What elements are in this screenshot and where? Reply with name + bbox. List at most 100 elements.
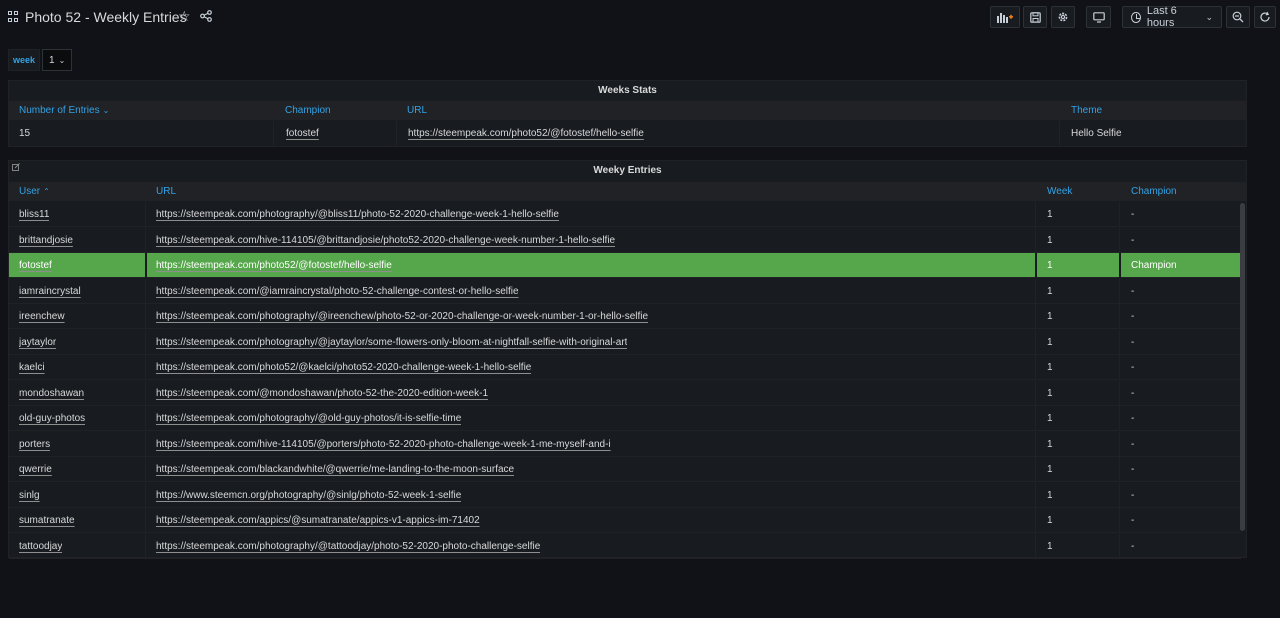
- table-row-champion: fotostef https://steempeak.com/photo52/@f…: [9, 253, 1241, 278]
- week-value: 1: [1047, 515, 1053, 526]
- scrollbar[interactable]: [1240, 203, 1245, 531]
- variable-select-week[interactable]: 1 ⌄: [42, 49, 72, 71]
- entry-url-link[interactable]: https://steempeak.com/@iamraincrystal/ph…: [156, 279, 519, 304]
- share-icon[interactable]: [200, 10, 212, 22]
- table-header: User ⌃ URL Week Champion: [9, 182, 1246, 201]
- clock-icon: [1131, 11, 1141, 23]
- week-value: 1: [1047, 489, 1053, 501]
- cycle-view-mode-button[interactable]: [1086, 6, 1111, 28]
- user-link[interactable]: brittandjosie: [19, 228, 73, 253]
- table-row: sinlg https://www.steemcn.org/photography…: [9, 482, 1241, 508]
- table-row: ireenchew https://steempeak.com/photograp…: [9, 304, 1241, 329]
- champion-value: -: [1131, 311, 1135, 322]
- dashboard-title[interactable]: Photo 52 - Weekly Entries: [25, 9, 187, 25]
- add-panel-button[interactable]: [990, 6, 1020, 28]
- champion-link[interactable]: fotostef: [286, 121, 319, 146]
- gear-icon: [1058, 12, 1068, 22]
- panel-title: Weeks Stats: [598, 85, 657, 96]
- save-dashboard-button[interactable]: [1023, 6, 1047, 28]
- champion-value: -: [1131, 515, 1135, 526]
- user-link[interactable]: bliss11: [19, 202, 49, 227]
- table-row: iamraincrystal https://steempeak.com/@iam…: [9, 278, 1241, 304]
- column-header-user[interactable]: User ⌃: [19, 186, 50, 197]
- champion-value: -: [1131, 362, 1135, 373]
- variable-value: 1: [49, 54, 55, 66]
- table-row: sumatranate https://steempeak.com/appics/…: [9, 508, 1241, 533]
- column-header-champion[interactable]: Champion: [285, 105, 331, 116]
- column-header-url[interactable]: URL: [407, 105, 427, 116]
- champion-value: -: [1131, 336, 1135, 348]
- table-row: bliss11 https://steempeak.com/photography…: [9, 202, 1241, 227]
- table-row: 15 fotostef https://steempeak.com/photo5…: [9, 121, 1241, 146]
- theme-value: Hello Selfie: [1071, 128, 1122, 139]
- column-header-week[interactable]: Week: [1047, 186, 1072, 197]
- zoom-out-button[interactable]: [1226, 6, 1250, 28]
- chevron-down-icon: ⌄: [102, 106, 110, 115]
- scrollbar-thumb[interactable]: [1240, 203, 1245, 531]
- entry-url-link[interactable]: https://steempeak.com/hive-114105/@britt…: [156, 228, 615, 253]
- entry-url-link[interactable]: https://steempeak.com/blackandwhite/@qwe…: [156, 457, 514, 482]
- entry-url-link[interactable]: https://steempeak.com/photo52/@fotostef/…: [156, 253, 392, 278]
- zoom-out-icon: [1232, 11, 1244, 23]
- top-navbar: Photo 52 - Weekly Entries ☆ Last 6 hours…: [0, 0, 1280, 34]
- user-link[interactable]: qwerrie: [19, 457, 52, 482]
- time-range-label: Last 6 hours: [1146, 5, 1177, 29]
- entry-url-link[interactable]: https://steempeak.com/photo52/@kaelci/ph…: [156, 355, 531, 380]
- column-header-entries[interactable]: Number of Entries ⌄: [19, 105, 109, 116]
- table-header: Number of Entries ⌄ Champion URL Theme: [9, 101, 1246, 120]
- user-link[interactable]: iamraincrystal: [19, 279, 81, 304]
- user-link[interactable]: jaytaylor: [19, 330, 56, 355]
- monitor-icon: [1092, 11, 1105, 23]
- table-row: brittandjosie https://steempeak.com/hive-…: [9, 227, 1241, 253]
- star-icon[interactable]: ☆: [178, 8, 191, 24]
- time-range-picker[interactable]: Last 6 hours ⌄: [1122, 5, 1222, 29]
- variable-label-week: week: [8, 49, 40, 71]
- refresh-button[interactable]: [1254, 6, 1276, 28]
- user-link[interactable]: sumatranate: [19, 508, 75, 533]
- table-row: tattoodjay https://steempeak.com/photogra…: [9, 533, 1241, 559]
- table-row: porters https://steempeak.com/hive-114105…: [9, 431, 1241, 457]
- url-link[interactable]: https://steempeak.com/photo52/@fotostef/…: [408, 121, 644, 146]
- week-value: 1: [1047, 285, 1053, 297]
- entry-url-link[interactable]: https://steempeak.com/photography/@ireen…: [156, 304, 648, 329]
- entry-url-link[interactable]: https://www.steemcn.org/photography/@sin…: [156, 483, 461, 508]
- table-row: old-guy-photos https://steempeak.com/phot…: [9, 406, 1241, 431]
- sort-ascending-icon: ⌃: [43, 187, 50, 196]
- champion-value: -: [1131, 540, 1135, 552]
- table-row: jaytaylor https://steempeak.com/photograp…: [9, 329, 1241, 355]
- week-value: 1: [1047, 540, 1053, 552]
- column-header-url[interactable]: URL: [156, 186, 176, 197]
- entry-url-link[interactable]: https://steempeak.com/@mondoshawan/photo…: [156, 381, 488, 406]
- entry-url-link[interactable]: https://steempeak.com/photography/@jayta…: [156, 330, 627, 355]
- dashboard-grid-icon[interactable]: [8, 11, 19, 22]
- week-value: 1: [1047, 387, 1053, 399]
- settings-button[interactable]: [1051, 6, 1075, 28]
- user-link[interactable]: fotostef: [19, 253, 52, 278]
- champion-value: -: [1131, 464, 1135, 475]
- weeks-stats-panel: Weeks Stats Number of Entries ⌄ Champion …: [8, 80, 1247, 147]
- entry-url-link[interactable]: https://steempeak.com/photography/@tatto…: [156, 534, 540, 559]
- refresh-icon: [1260, 11, 1270, 22]
- week-value: 1: [1047, 234, 1053, 246]
- week-value: 1: [1047, 413, 1053, 424]
- column-header-champion[interactable]: Champion: [1131, 186, 1177, 197]
- user-link[interactable]: kaelci: [19, 355, 45, 380]
- champion-value: -: [1131, 209, 1135, 220]
- user-link[interactable]: tattoodjay: [19, 534, 62, 559]
- column-header-theme[interactable]: Theme: [1071, 105, 1102, 116]
- entry-url-link[interactable]: https://steempeak.com/photography/@bliss…: [156, 202, 559, 227]
- week-value: 1: [1047, 336, 1053, 348]
- user-link[interactable]: ireenchew: [19, 304, 65, 329]
- week-value: 1: [1047, 260, 1053, 271]
- user-link[interactable]: old-guy-photos: [19, 406, 85, 431]
- user-link[interactable]: porters: [19, 432, 50, 457]
- entry-url-link[interactable]: https://steempeak.com/hive-114105/@porte…: [156, 432, 611, 457]
- week-value: 1: [1047, 311, 1053, 322]
- entries-count: 15: [19, 128, 31, 139]
- entry-url-link[interactable]: https://steempeak.com/photography/@old-g…: [156, 406, 461, 431]
- entry-url-link[interactable]: https://steempeak.com/appics/@sumatranat…: [156, 508, 480, 533]
- user-link[interactable]: sinlg: [19, 483, 40, 508]
- week-value: 1: [1047, 209, 1053, 220]
- user-link[interactable]: mondoshawan: [19, 381, 84, 406]
- champion-value: -: [1131, 234, 1135, 246]
